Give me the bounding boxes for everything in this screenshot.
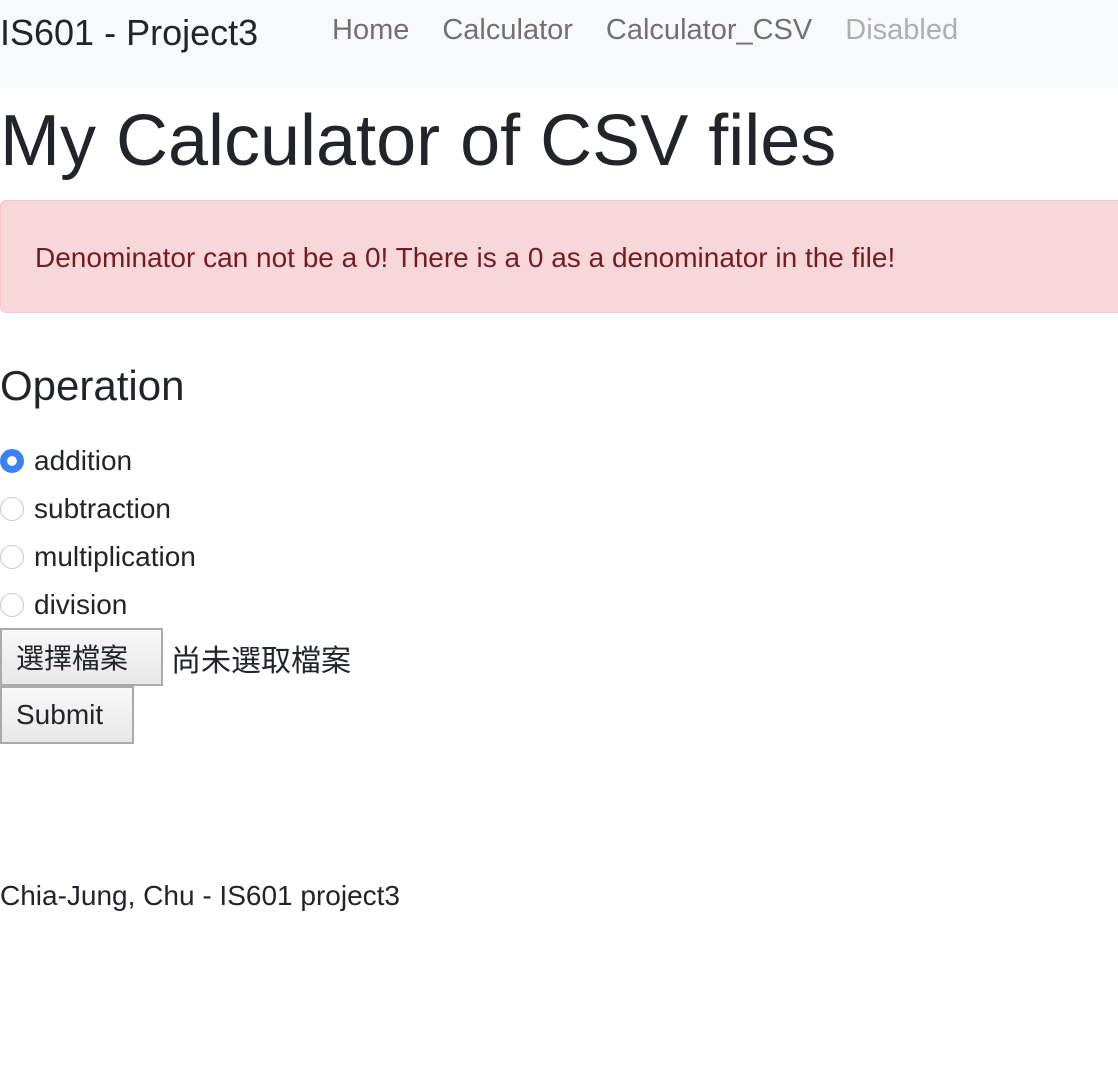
file-status: 尚未選取檔案 (171, 645, 351, 678)
radio-addition[interactable]: addition (0, 441, 132, 481)
nav-link-home[interactable]: Home (332, 14, 409, 47)
nav-link-disabled: Disabled (845, 14, 959, 46)
nav-links: Home Calculator Calculator_CSV Disabled (332, 14, 958, 47)
radio-button[interactable] (0, 545, 24, 569)
navbar: IS601 - Project3 Home Calculator Calcula… (0, 0, 1118, 88)
radio-button[interactable] (0, 497, 24, 521)
radio-label: subtraction (34, 493, 171, 524)
operation-heading: Operation (0, 362, 185, 409)
page-title: My Calculator of CSV files (0, 101, 837, 181)
radio-label: multiplication (34, 541, 196, 572)
radio-button-checked[interactable] (0, 449, 24, 473)
navbar-brand[interactable]: IS601 - Project3 (0, 12, 258, 54)
submit-button[interactable]: Submit (0, 686, 134, 744)
radio-label: division (34, 589, 128, 620)
choose-file-button[interactable]: 選擇檔案 (0, 628, 163, 686)
radio-button[interactable] (0, 593, 24, 617)
error-alert: Denominator can not be a 0! There is a 0… (0, 200, 1118, 313)
radio-label: addition (34, 445, 133, 476)
footer-text: Chia-Jung, Chu - IS601 project3 (0, 880, 400, 911)
nav-link-calculator-csv[interactable]: Calculator_CSV (606, 14, 812, 47)
nav-link-calculator[interactable]: Calculator (442, 14, 573, 47)
radio-multiplication[interactable]: multiplication (0, 537, 196, 577)
radio-division[interactable]: division (0, 585, 127, 625)
radio-subtraction[interactable]: subtraction (0, 489, 171, 529)
